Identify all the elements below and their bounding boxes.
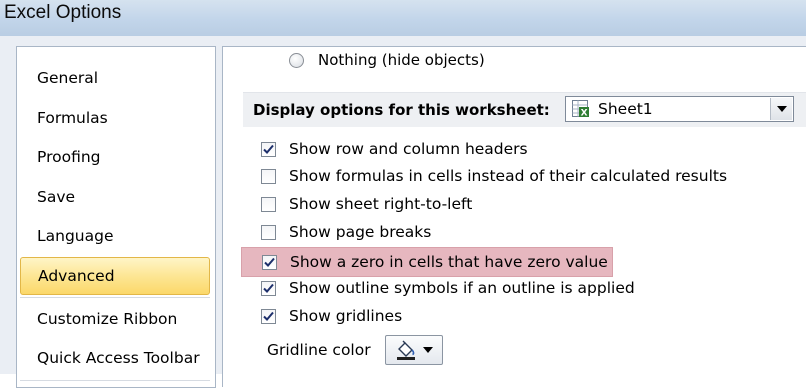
option-right-to-left[interactable]: Show sheet right-to-left [261, 192, 472, 216]
nav-item-label: Proofing [37, 148, 101, 166]
nav-item-save[interactable]: Save [20, 180, 210, 214]
option-label: Show a zero in cells that have zero valu… [290, 253, 608, 271]
nav-item-label: Customize Ribbon [37, 310, 178, 328]
checkbox-show-zero[interactable] [262, 254, 277, 270]
nothing-label: Nothing (hide objects) [318, 51, 485, 69]
nav-item-general[interactable]: General [20, 61, 210, 95]
checkbox-page-breaks[interactable] [261, 224, 276, 240]
option-outline-symbols[interactable]: Show outline symbols if an outline is ap… [261, 276, 635, 300]
checkmark-icon [263, 311, 274, 321]
checkbox-outline-symbols[interactable] [261, 280, 276, 296]
nav-item-language[interactable]: Language [20, 219, 210, 253]
checkbox-gridlines[interactable] [261, 308, 276, 324]
option-label: Show sheet right-to-left [289, 195, 473, 213]
checkbox-row-headers[interactable] [261, 141, 276, 157]
section-heading: Display options for this worksheet: [253, 101, 550, 119]
options-nav: General Formulas Proofing Save Language … [16, 46, 216, 388]
window-title: Excel Options [4, 2, 122, 23]
nav-item-label: Formulas [37, 109, 108, 127]
nav-item-formulas[interactable]: Formulas [20, 101, 210, 135]
nav-divider [20, 297, 210, 298]
nav-item-advanced[interactable]: Advanced [20, 257, 210, 295]
svg-text:X: X [581, 109, 588, 119]
nav-item-customize-ribbon[interactable]: Customize Ribbon [20, 302, 210, 336]
advanced-options-panel: Nothing (hide objects) Display options f… [222, 46, 806, 387]
option-page-breaks[interactable]: Show page breaks [261, 220, 431, 244]
worksheet-select[interactable]: X Sheet1 [565, 96, 794, 122]
gridline-color-button[interactable] [384, 335, 443, 365]
option-row-headers[interactable]: Show row and column headers [261, 137, 528, 161]
option-label: Show gridlines [289, 307, 403, 325]
option-label: Show page breaks [289, 223, 432, 241]
objects-nothing-option[interactable]: Nothing (hide objects) [289, 49, 485, 71]
nav-item-quick-access-toolbar[interactable]: Quick Access Toolbar [20, 341, 210, 375]
option-label: Show outline symbols if an outline is ap… [289, 279, 635, 297]
gridline-color-row: Gridline color [267, 335, 443, 365]
paint-bucket-icon [396, 340, 415, 360]
gridline-color-label: Gridline color [267, 341, 371, 359]
nothing-radio[interactable] [289, 52, 304, 68]
chevron-down-icon [422, 347, 433, 353]
nav-divider [20, 380, 210, 381]
nav-item-label: Language [37, 227, 114, 245]
worksheet-icon: X [572, 100, 589, 119]
checkmark-icon [264, 257, 275, 267]
nav-item-label: Save [37, 188, 76, 206]
dialog-body: General Formulas Proofing Save Language … [0, 36, 806, 388]
checkmark-icon [263, 283, 274, 293]
nav-item-label: General [37, 69, 99, 87]
checkmark-icon [263, 144, 274, 154]
title-bar: Excel Options [0, 0, 806, 37]
nav-item-label: Quick Access Toolbar [37, 349, 200, 367]
checkbox-right-to-left[interactable] [261, 196, 276, 212]
nav-item-proofing[interactable]: Proofing [20, 140, 210, 174]
option-show-formulas[interactable]: Show formulas in cells instead of their … [261, 164, 727, 188]
option-show-zero[interactable]: Show a zero in cells that have zero valu… [241, 247, 613, 277]
chevron-down-icon[interactable] [770, 98, 792, 120]
checkbox-show-formulas[interactable] [261, 168, 276, 184]
worksheet-display-section: Display options for this worksheet: X Sh… [243, 92, 806, 127]
option-label: Show formulas in cells instead of their … [289, 167, 728, 185]
option-label: Show row and column headers [289, 140, 528, 158]
option-gridlines[interactable]: Show gridlines [261, 304, 402, 328]
worksheet-select-value: Sheet1 [598, 100, 653, 118]
nav-item-label: Advanced [38, 267, 115, 285]
